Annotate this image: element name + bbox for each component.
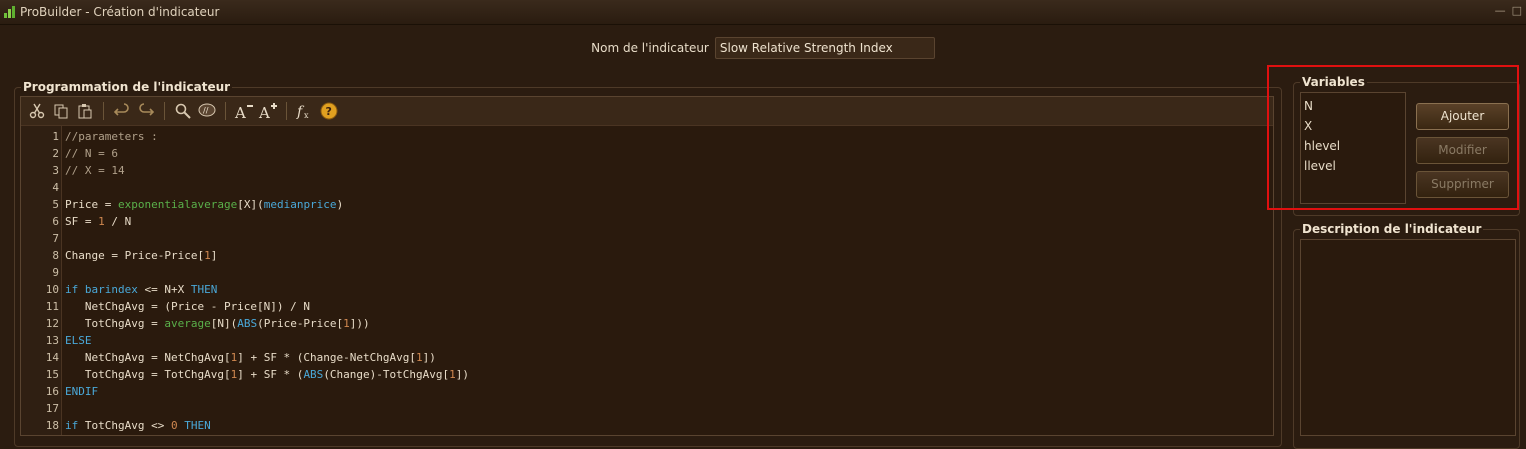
svg-text:?: ? [326,105,332,118]
line-code[interactable]: ENDIF [65,383,98,400]
indicator-name-label: Nom de l'indicateur [591,41,709,55]
code-line[interactable]: 5 Price = exponentialaverage[X](medianpri… [21,196,1273,213]
function-icon[interactable]: fx [295,101,315,121]
line-number: 3 [52,164,59,177]
code-line[interactable]: 6 SF = 1 / N [21,213,1273,230]
line-number: 2 [52,147,59,160]
description-textarea[interactable] [1300,239,1516,436]
code-line[interactable]: 9 [21,264,1273,281]
line-code[interactable]: NetChgAvg = (Price - Price[N]) / N [65,298,310,315]
indicator-name-input[interactable] [714,37,935,59]
line-code[interactable]: TotChgAvg = average[N](ABS(Price-Price[1… [65,315,370,332]
line-number: 14 [45,351,59,364]
line-code[interactable]: ELSE [65,332,92,349]
line-code[interactable]: NetChgAvg = NetChgAvg[1] + SF * (Change-… [65,349,436,366]
minimize-icon[interactable]: — [1495,4,1506,17]
maximize-icon[interactable]: □ [1512,4,1522,17]
editor-toolbar: // A A fx ? [21,97,1273,126]
code-editor[interactable]: // A A fx ? 1 //parameters : 2 // N = 6 3 // … [20,96,1274,436]
cut-icon[interactable] [27,101,47,121]
code-line[interactable]: 8 Change = Price-Price[1] [21,247,1273,264]
code-line[interactable]: 17 [21,400,1273,417]
font-increase-icon[interactable]: A [258,101,278,121]
line-code[interactable]: // N = 6 [65,145,118,162]
code-line[interactable]: 16 ENDIF [21,383,1273,400]
title-bar: ProBuilder - Création d'indicateur — □ [0,0,1526,25]
line-number: 15 [45,368,59,381]
code-line[interactable]: 2 // N = 6 [21,145,1273,162]
line-number: 12 [45,317,59,330]
undo-icon[interactable] [112,101,132,121]
line-number: 10 [45,283,59,296]
svg-text://: // [203,106,209,115]
code-line[interactable]: 14 NetChgAvg = NetChgAvg[1] + SF * (Chan… [21,349,1273,366]
svg-text:A: A [234,104,246,120]
description-group-title: Description de l'indicateur [1300,222,1484,236]
svg-text:A: A [258,104,270,120]
comment-icon[interactable]: // [197,101,217,121]
code-area[interactable]: 1 //parameters : 2 // N = 6 3 // X = 14 4 5 Pric… [21,126,1273,435]
line-number: 13 [45,334,59,347]
line-code[interactable]: Price = exponentialaverage[X](medianpric… [65,196,343,213]
line-number: 17 [45,402,59,415]
line-number: 9 [52,266,59,279]
line-code[interactable]: if barindex <= N+X THEN [65,281,217,298]
line-number: 6 [52,215,59,228]
line-number: 1 [52,130,59,143]
code-line[interactable]: 1 //parameters : [21,128,1273,145]
window-title: ProBuilder - Création d'indicateur [20,5,220,19]
code-line[interactable]: 18 if TotChgAvg <> 0 THEN [21,417,1273,434]
code-line[interactable]: 10 if barindex <= N+X THEN [21,281,1273,298]
line-number: 16 [45,385,59,398]
line-number: 11 [45,300,59,313]
paste-icon[interactable] [75,101,95,121]
line-code[interactable]: //parameters : [65,128,158,145]
line-number: 5 [52,198,59,211]
line-code[interactable]: if TotChgAvg <> 0 THEN [65,417,211,434]
copy-icon[interactable] [51,101,71,121]
probuilder-app-icon [4,6,16,18]
programming-group-title: Programmation de l'indicateur [21,80,233,94]
line-number: 8 [52,249,59,262]
svg-text:x: x [304,111,309,120]
font-decrease-icon[interactable]: A [234,101,254,121]
line-number: 7 [52,232,59,245]
window-controls: — □ [1495,4,1522,17]
code-line[interactable]: 13 ELSE [21,332,1273,349]
toolbar-divider [164,102,165,120]
redo-icon[interactable] [136,101,156,121]
toolbar-divider [286,102,287,120]
code-line[interactable]: 12 TotChgAvg = average[N](ABS(Price-Pric… [21,315,1273,332]
toolbar-divider [225,102,226,120]
code-line[interactable]: 11 NetChgAvg = (Price - Price[N]) / N [21,298,1273,315]
line-code[interactable]: SF = 1 / N [65,213,131,230]
line-number: 18 [45,419,59,432]
code-line[interactable]: 4 [21,179,1273,196]
code-line[interactable]: 15 TotChgAvg = TotChgAvg[1] + SF * (ABS(… [21,366,1273,383]
help-icon[interactable]: ? [319,101,339,121]
line-code[interactable]: TotChgAvg = TotChgAvg[1] + SF * (ABS(Cha… [65,366,469,383]
search-icon[interactable] [173,101,193,121]
toolbar-divider [103,102,104,120]
line-code[interactable]: Change = Price-Price[1] [65,247,217,264]
code-line[interactable]: 3 // X = 14 [21,162,1273,179]
line-number: 4 [52,181,59,194]
variables-highlight-frame [1267,65,1519,210]
line-code[interactable]: // X = 14 [65,162,125,179]
code-line[interactable]: 7 [21,230,1273,247]
